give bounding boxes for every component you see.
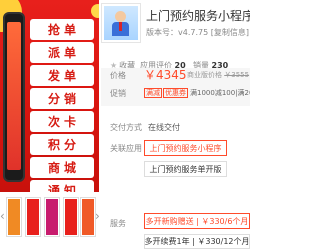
service-label: 服务 bbox=[110, 219, 126, 228]
thumbnail[interactable] bbox=[80, 197, 96, 237]
price-label: 价格 bbox=[110, 71, 126, 80]
thumbnail[interactable] bbox=[44, 197, 60, 237]
next-thumb-icon[interactable]: › bbox=[95, 209, 100, 223]
delivery-label: 交付方式 bbox=[110, 123, 142, 132]
feature-badge: 积分 bbox=[30, 134, 94, 155]
thumbnail-strip: ‹ › bbox=[0, 197, 100, 237]
price-value: ￥4345 bbox=[144, 68, 187, 82]
thumbnail[interactable] bbox=[6, 197, 22, 237]
thumbnail[interactable] bbox=[63, 197, 79, 237]
market-price: 商业版价格 ￥3555 bbox=[187, 71, 250, 79]
feature-list: 抢单 派单 发单 分销 次卡 积分 商城 通知 bbox=[30, 19, 94, 192]
full-reduction-tag: 满减 bbox=[144, 88, 162, 98]
feature-badge: 发单 bbox=[30, 65, 94, 86]
plan-option[interactable]: 上门预约服务单开版 bbox=[144, 161, 227, 177]
service-option[interactable]: 多开续费1年 | ￥330/12个月 bbox=[144, 234, 250, 249]
app-logo bbox=[101, 3, 141, 43]
phone-mockup bbox=[3, 12, 25, 182]
feature-badge: 派单 bbox=[30, 42, 94, 63]
feature-badge: 抢单 bbox=[30, 19, 94, 40]
product-title: 上门预约服务小程序 bbox=[146, 9, 250, 23]
promo-row: 满减优惠券满1000减100|满2000 bbox=[144, 88, 250, 98]
product-main-image[interactable]: 抢单 派单 发单 分销 次卡 积分 商城 通知 bbox=[0, 0, 99, 192]
prev-thumb-icon[interactable]: ‹ bbox=[0, 209, 5, 223]
coupon-tag[interactable]: 优惠券 bbox=[163, 88, 188, 98]
service-option-selected[interactable]: 多开新购赠送 | ￥330/6个月 bbox=[144, 213, 250, 229]
feature-badge: 次卡 bbox=[30, 111, 94, 132]
thumbnail[interactable] bbox=[25, 197, 41, 237]
feature-badge: 通知 bbox=[30, 180, 94, 192]
product-page: 抢单 派单 发单 分销 次卡 积分 商城 通知 ‹ › 上门预约服务小程序 版本… bbox=[0, 0, 250, 250]
plan-option-selected[interactable]: 上门预约服务小程序 bbox=[144, 140, 227, 156]
plan-label: 关联应用 bbox=[110, 144, 142, 153]
feature-badge: 分销 bbox=[30, 88, 94, 109]
promo-text: 满1000减100|满2000 bbox=[190, 89, 250, 97]
feature-badge: 商城 bbox=[30, 157, 94, 178]
delivery-value: 在线交付 bbox=[148, 123, 180, 132]
promo-label: 促销 bbox=[110, 89, 126, 98]
version-info[interactable]: 版本号：v4.7.75 [复制信息] bbox=[146, 27, 249, 38]
